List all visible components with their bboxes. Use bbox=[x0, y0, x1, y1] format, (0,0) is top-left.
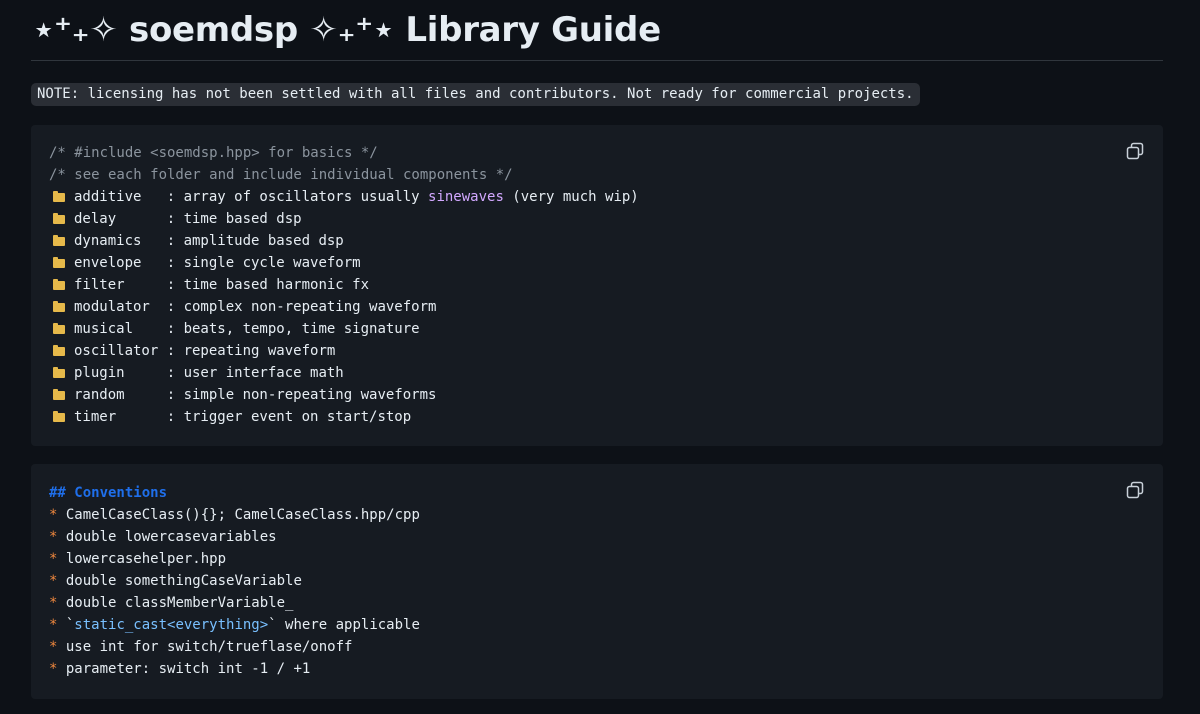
folder-description: trigger event on start/stop bbox=[183, 409, 412, 425]
folder-name: delay bbox=[74, 211, 167, 227]
folder-icon bbox=[53, 257, 65, 268]
code-comment: /* #include <soemdsp.hpp> for basics */ bbox=[49, 145, 378, 161]
folder-line: dynamics : amplitude based dsp bbox=[49, 230, 639, 252]
folder-name: filter bbox=[74, 277, 167, 293]
folder-separator: : bbox=[166, 387, 184, 403]
code-comment: /* see each folder and include individua… bbox=[49, 167, 513, 183]
folder-line: random : simple non-repeating waveforms bbox=[49, 384, 639, 406]
folder-icon bbox=[53, 367, 65, 378]
readme-page: ⋆⁺₊✧ soemdsp ✧₊⁺⋆ Library Guide NOTE: li… bbox=[0, 0, 1200, 714]
folder-separator: : bbox=[166, 365, 184, 381]
folder-name: timer bbox=[74, 409, 167, 425]
convention-item: * double somethingCaseVariable bbox=[49, 570, 420, 592]
folder-description: repeating waveform bbox=[183, 343, 336, 359]
folder-icon bbox=[53, 389, 65, 400]
folder-line: musical : beats, tempo, time signature bbox=[49, 318, 639, 340]
folder-description: single cycle waveform bbox=[183, 255, 361, 271]
folder-line: plugin : user interface math bbox=[49, 362, 639, 384]
folder-name: envelope bbox=[74, 255, 167, 271]
folder-description: user interface math bbox=[183, 365, 344, 381]
copy-button[interactable] bbox=[1125, 141, 1145, 161]
folder-line: filter : time based harmonic fx bbox=[49, 274, 639, 296]
conventions-heading: ## Conventions bbox=[49, 485, 168, 501]
folders-code-block: /* #include <soemdsp.hpp> for basics */ /… bbox=[31, 125, 1163, 446]
copy-icon bbox=[1126, 142, 1144, 160]
folder-line: timer : trigger event on start/stop bbox=[49, 406, 639, 428]
licensing-note: NOTE: licensing has not been settled wit… bbox=[31, 83, 920, 106]
folder-name: additive bbox=[74, 189, 167, 205]
folder-name: oscillator bbox=[74, 343, 167, 359]
title-divider bbox=[31, 60, 1163, 61]
convention-text: use int for switch/trueflase/onoff bbox=[57, 639, 353, 655]
folder-description: array of oscillators usually bbox=[183, 189, 429, 205]
conventions-code: ## Conventions * CamelCaseClass(){}; Came… bbox=[49, 482, 420, 680]
convention-item: * double classMemberVariable_ bbox=[49, 592, 420, 614]
folder-description: simple non-repeating waveforms bbox=[183, 387, 437, 403]
folders-code: /* #include <soemdsp.hpp> for basics */ /… bbox=[49, 142, 639, 428]
convention-item: * use int for switch/trueflase/onoff bbox=[49, 636, 420, 658]
folder-icon bbox=[53, 235, 65, 246]
folder-icon bbox=[53, 279, 65, 290]
folder-icon bbox=[53, 191, 65, 202]
copy-icon bbox=[1126, 481, 1144, 499]
folder-description: time based dsp bbox=[183, 211, 302, 227]
convention-text: double lowercasevariables bbox=[57, 529, 277, 545]
copy-button[interactable] bbox=[1125, 480, 1145, 500]
folder-description: amplitude based dsp bbox=[183, 233, 344, 249]
folder-separator: : bbox=[166, 233, 184, 249]
convention-item: * `static_cast<everything>` where applic… bbox=[49, 614, 420, 636]
folder-separator: : bbox=[166, 277, 184, 293]
folder-icon bbox=[53, 345, 65, 356]
folder-separator: : bbox=[166, 189, 184, 205]
folder-line: additive : array of oscillators usually … bbox=[49, 186, 639, 208]
folder-description-tail: (very much wip) bbox=[503, 189, 639, 205]
convention-text: double somethingCaseVariable bbox=[57, 573, 302, 589]
folder-keyword: sinewaves bbox=[428, 189, 504, 205]
folder-separator: : bbox=[166, 343, 184, 359]
folder-line: oscillator : repeating waveform bbox=[49, 340, 639, 362]
folder-description: time based harmonic fx bbox=[183, 277, 370, 293]
convention-item: * lowercasehelper.hpp bbox=[49, 548, 420, 570]
conventions-code-block: ## Conventions * CamelCaseClass(){}; Came… bbox=[31, 464, 1163, 699]
convention-code: static_cast<everything> bbox=[74, 617, 269, 633]
folder-icon bbox=[53, 411, 65, 422]
folder-icon bbox=[53, 213, 65, 224]
convention-text: lowercasehelper.hpp bbox=[57, 551, 227, 567]
convention-item: * parameter: switch int -1 / +1 bbox=[49, 658, 420, 680]
folder-separator: : bbox=[166, 409, 184, 425]
folder-separator: : bbox=[166, 255, 184, 271]
convention-text: double classMemberVariable_ bbox=[57, 595, 294, 611]
folder-name: plugin bbox=[74, 365, 167, 381]
folder-separator: : bbox=[166, 299, 184, 315]
convention-text: parameter: switch int -1 / +1 bbox=[57, 661, 311, 677]
folder-name: modulator bbox=[74, 299, 167, 315]
convention-prefix: ` bbox=[57, 617, 75, 633]
convention-item: * CamelCaseClass(){}; CamelCaseClass.hpp… bbox=[49, 504, 420, 526]
folder-name: dynamics bbox=[74, 233, 167, 249]
folder-line: modulator : complex non-repeating wavefo… bbox=[49, 296, 639, 318]
convention-text: ` where applicable bbox=[268, 617, 420, 633]
folder-separator: : bbox=[166, 211, 184, 227]
folder-description: complex non-repeating waveform bbox=[183, 299, 437, 315]
convention-item: * double lowercasevariables bbox=[49, 526, 420, 548]
folder-separator: : bbox=[166, 321, 184, 337]
page-title: ⋆⁺₊✧ soemdsp ✧₊⁺⋆ Library Guide bbox=[33, 10, 661, 50]
folder-icon bbox=[53, 323, 65, 334]
folder-line: envelope : single cycle waveform bbox=[49, 252, 639, 274]
folder-description: beats, tempo, time signature bbox=[183, 321, 420, 337]
folder-name: musical bbox=[74, 321, 167, 337]
folder-line: delay : time based dsp bbox=[49, 208, 639, 230]
folder-icon bbox=[53, 301, 65, 312]
convention-text: CamelCaseClass(){}; CamelCaseClass.hpp/c… bbox=[57, 507, 420, 523]
folder-name: random bbox=[74, 387, 167, 403]
